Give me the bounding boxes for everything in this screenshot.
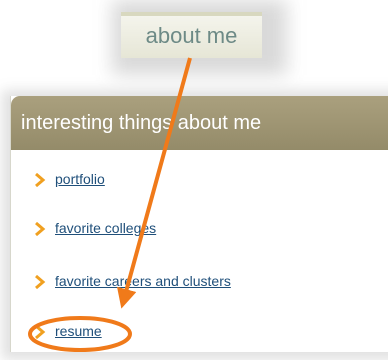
chevron-right-icon	[34, 173, 48, 188]
chevron-right-icon	[34, 275, 48, 290]
menu-item-portfolio[interactable]: portfolio	[34, 168, 105, 190]
menu-item-favorite-colleges[interactable]: favorite colleges	[34, 217, 156, 239]
portfolio-link[interactable]: portfolio	[55, 171, 105, 187]
chevron-right-icon	[34, 325, 48, 340]
chevron-right-icon	[34, 222, 48, 237]
about-me-tab-label: about me	[145, 23, 238, 48]
menu-item-favorite-careers[interactable]: favorite careers and clusters	[34, 270, 231, 292]
panel-title-text: interesting things about me	[21, 112, 262, 134]
panel-title: interesting things about me	[11, 96, 388, 150]
favorite-careers-link[interactable]: favorite careers and clusters	[55, 273, 231, 289]
favorite-colleges-link[interactable]: favorite colleges	[55, 220, 156, 236]
menu-item-resume[interactable]: resume	[34, 320, 102, 342]
about-me-tab[interactable]: about me	[121, 12, 262, 58]
interesting-things-panel: interesting things about me portfolio fa…	[10, 96, 388, 352]
resume-link[interactable]: resume	[55, 323, 102, 339]
